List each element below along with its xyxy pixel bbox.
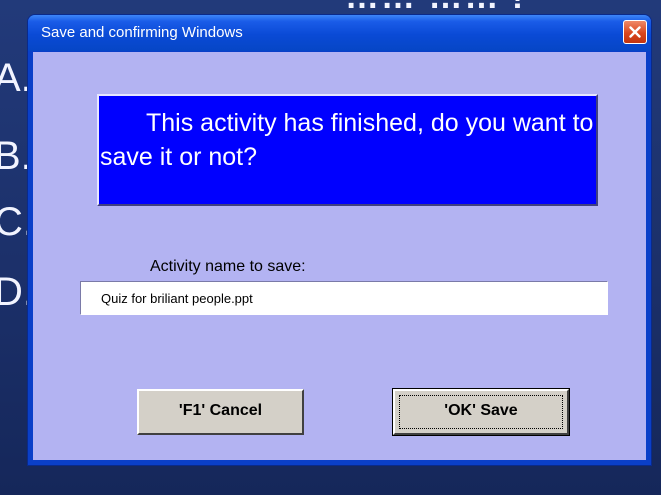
close-button[interactable] xyxy=(623,20,647,44)
save-button-label: 'OK' Save xyxy=(444,402,518,419)
save-confirm-dialog: Save and confirming Windows This activit… xyxy=(27,14,652,466)
close-icon xyxy=(629,26,641,38)
dialog-title: Save and confirming Windows xyxy=(41,24,243,41)
message-text: This activity has finished, do you want … xyxy=(100,109,594,171)
activity-name-input[interactable] xyxy=(80,281,608,315)
cancel-button[interactable]: 'F1' Cancel xyxy=(137,389,304,435)
cancel-button-label: 'F1' Cancel xyxy=(178,402,263,419)
save-button[interactable]: 'OK' Save xyxy=(392,388,570,436)
activity-name-label: Activity name to save: xyxy=(150,258,306,275)
message-panel: This activity has finished, do you want … xyxy=(97,94,598,206)
dialog-client-area: This activity has finished, do you want … xyxy=(33,52,646,460)
dialog-titlebar[interactable]: Save and confirming Windows xyxy=(28,15,651,51)
